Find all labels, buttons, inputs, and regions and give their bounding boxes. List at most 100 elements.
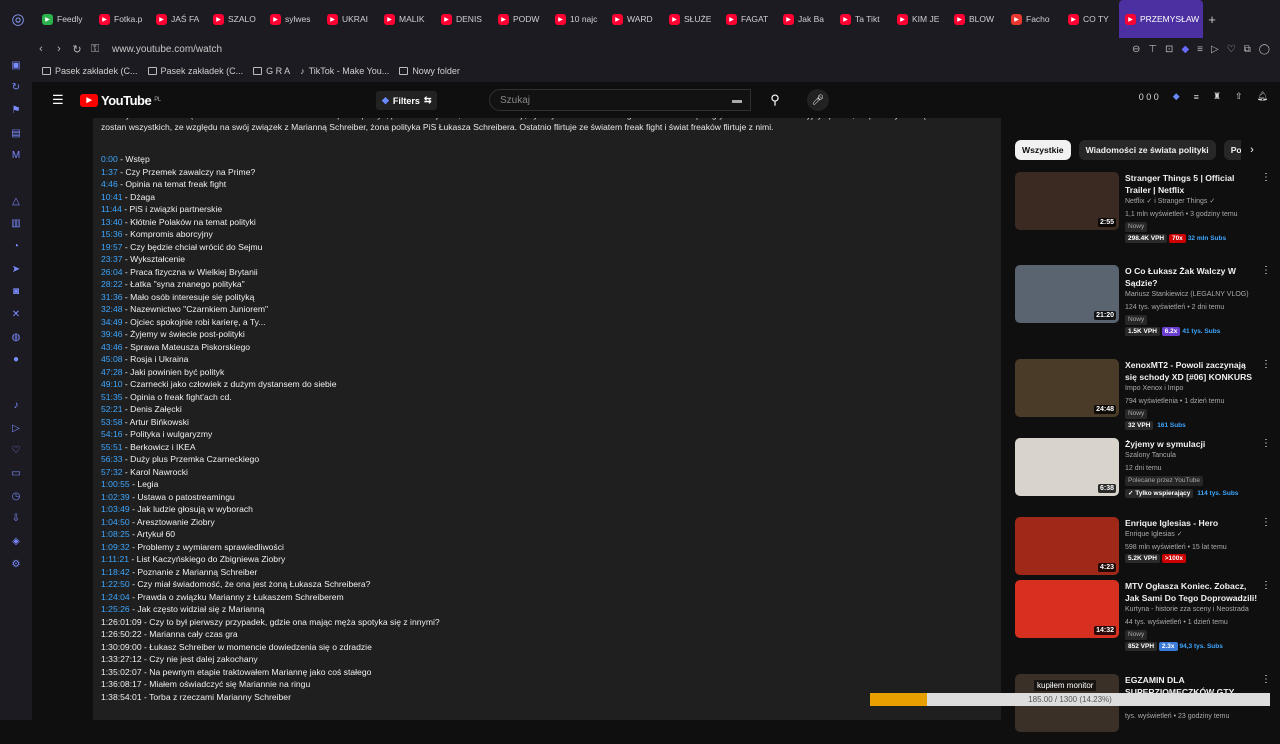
browser-tab[interactable]: ▶ 10 najc	[549, 0, 606, 38]
chapter-timestamp-link[interactable]: 45:08	[101, 354, 123, 364]
browser-tab[interactable]: ▶ Ta Tikt	[834, 0, 891, 38]
chapter-timestamp-link[interactable]: 56:33	[101, 454, 123, 464]
chapter-timestamp-link[interactable]: 1:38:54:01	[101, 692, 142, 702]
chapter-timestamp-link[interactable]: 1:09:32	[101, 542, 130, 552]
browser-tab[interactable]: ▶ Jak Ba	[777, 0, 834, 38]
bookmark-heart-icon[interactable]: ♡	[1227, 44, 1236, 55]
instagram-icon[interactable]: ◙	[9, 285, 23, 299]
related-video[interactable]: 14:32 MTV Ogłasza Koniec. Zobacz, Jak Sam…	[1015, 580, 1277, 651]
chapter-timestamp-link[interactable]: 1:18:42	[101, 567, 130, 577]
browser-tab[interactable]: ▶ SŁUŻE	[663, 0, 720, 38]
voice-search-button[interactable]: 🎤︎	[807, 89, 829, 111]
browser-tab[interactable]: ▶ WARD	[606, 0, 663, 38]
chapter-timestamp-link[interactable]: 47:28	[101, 367, 123, 377]
download-icon[interactable]: ⇩	[9, 512, 23, 526]
browser-tab[interactable]: ▶ sylwes	[264, 0, 321, 38]
menu-icon[interactable]: ☰	[52, 92, 64, 108]
video-thumbnail[interactable]: 21:20	[1015, 265, 1119, 323]
related-video[interactable]: 21:20 O Co Łukasz Żak Walczy W Sądzie? Mar…	[1015, 265, 1277, 336]
history-icon[interactable]: ↻	[9, 81, 23, 95]
bell-icon[interactable]: 🔔︎	[1257, 91, 1268, 102]
extension-icon[interactable]: ◆	[1173, 91, 1180, 102]
send-icon[interactable]: ▷	[9, 421, 23, 435]
more-options-icon[interactable]: ⋮	[1261, 517, 1271, 528]
chapter-timestamp-link[interactable]: 10:41	[101, 192, 123, 202]
back-icon[interactable]: ‹	[32, 43, 50, 55]
chapter-timestamp-link[interactable]: 1:35:02:07	[101, 667, 142, 677]
browser-tab[interactable]: ▶ JAŚ FA	[150, 0, 207, 38]
zoom-icon[interactable]: ⊖	[1132, 44, 1140, 55]
channel-name[interactable]: Netflix ✓ i Stranger Things ✓	[1125, 196, 1259, 209]
chapter-timestamp-link[interactable]: 52:21	[101, 404, 123, 414]
chapter-timestamp-link[interactable]: 31:36	[101, 292, 123, 302]
channel-name[interactable]: Kurtyna - historie zza sceny i Neostrada	[1125, 604, 1259, 617]
chapter-timestamp-link[interactable]: 32:48	[101, 304, 123, 314]
reload-icon[interactable]: ↻	[68, 43, 86, 56]
video-title[interactable]: MTV Ogłasza Koniec. Zobacz, Jak Sami Do …	[1125, 580, 1259, 604]
chapter-timestamp-link[interactable]: 1:30:09:00	[101, 642, 142, 652]
x-icon[interactable]: ✕	[9, 308, 23, 322]
video-thumbnail[interactable]: 4:23	[1015, 517, 1119, 575]
browser-tab[interactable]: ▶ Feedly	[36, 0, 93, 38]
chapter-timestamp-link[interactable]: 23:37	[101, 254, 123, 264]
bookmark-item[interactable]: Nowy folder	[399, 66, 460, 76]
browser-tab[interactable]: ▶ KIM JE	[891, 0, 948, 38]
app-icon[interactable]: ●	[9, 353, 23, 367]
chapter-timestamp-link[interactable]: 51:35	[101, 392, 123, 402]
browser-tab[interactable]: ▶ MALIK	[378, 0, 435, 38]
channel-name[interactable]: Enrique Iglesias ✓	[1125, 529, 1259, 542]
chapter-timestamp-link[interactable]: 1:33:27:12	[101, 654, 142, 664]
video-thumbnail[interactable]: 2:55	[1015, 172, 1119, 230]
video-title[interactable]: XenoxMT2 - Powoli zaczynają się schody X…	[1125, 359, 1259, 383]
browser-tab[interactable]: ▶ UKRAI	[321, 0, 378, 38]
chapter-timestamp-link[interactable]: 43:46	[101, 342, 123, 352]
bookmark-item[interactable]: Pasek zakładek (C...	[42, 66, 138, 76]
channel-name[interactable]: Mariusz Stankiewicz (LEGALNY VLOG)	[1125, 289, 1259, 302]
wallet-icon[interactable]: ▭	[9, 466, 23, 480]
video-thumbnail[interactable]: 14:32	[1015, 580, 1119, 638]
discord-icon[interactable]: ◍	[9, 330, 23, 344]
chapter-timestamp-link[interactable]: 1:37	[101, 167, 118, 177]
video-thumbnail[interactable]: 24:48	[1015, 359, 1119, 417]
keyboard-icon[interactable]: ▬	[732, 95, 742, 106]
bookmark-item[interactable]: ♪ TikTok - Make You...	[300, 66, 389, 76]
messenger-icon[interactable]: ▣	[9, 58, 23, 72]
youtube-logo[interactable]: ▶ YouTube PL	[80, 93, 161, 108]
clock-icon[interactable]: ◷	[9, 489, 23, 503]
chapter-timestamp-link[interactable]: 1:25:26	[101, 604, 130, 614]
upload-icon[interactable]: ⇧	[1235, 91, 1243, 102]
chapter-timestamp-link[interactable]: 26:04	[101, 267, 123, 277]
bookmark-item[interactable]: Pasek zakładek (C...	[147, 66, 243, 76]
chapter-timestamp-link[interactable]: 49:10	[101, 379, 123, 389]
mail-icon[interactable]: M	[9, 149, 23, 163]
trophy-icon[interactable]: ♜	[1213, 91, 1221, 102]
chapter-timestamp-link[interactable]: 1:24:04	[101, 592, 130, 602]
browser-tab[interactable]: ▶ DENIS	[435, 0, 492, 38]
twitch-icon[interactable]: ▥	[9, 217, 23, 231]
music-icon[interactable]: ♪	[9, 398, 23, 412]
playlist-icon[interactable]: ≡	[1197, 44, 1203, 55]
chapter-timestamp-link[interactable]: 57:32	[101, 467, 123, 477]
more-options-icon[interactable]: ⋮	[1261, 580, 1271, 591]
video-title[interactable]: O Co Łukasz Żak Walczy W Sądzie?	[1125, 265, 1259, 289]
search-button[interactable]: ⚲	[759, 89, 791, 111]
more-options-icon[interactable]: ⋮	[1261, 674, 1271, 685]
ai-icon[interactable]: △	[9, 194, 23, 208]
more-options-icon[interactable]: ⋮	[1261, 172, 1271, 183]
browser-tab[interactable]: ▶ FAGAT	[720, 0, 777, 38]
cube-icon[interactable]: ◈	[9, 534, 23, 548]
filter-chip[interactable]: Wiadomości ze świata polityki	[1078, 140, 1216, 160]
video-thumbnail[interactable]: 6:38	[1015, 438, 1119, 496]
chapter-timestamp-link[interactable]: 1:02:39	[101, 492, 130, 502]
related-video[interactable]: 6:38 Żyjemy w symulacji Szalony Tancula 12 …	[1015, 438, 1277, 508]
related-video[interactable]: 4:23 Enrique Iglesias - Hero Enrique Igles…	[1015, 517, 1277, 587]
chapter-timestamp-link[interactable]: 0:00	[101, 154, 118, 164]
messenger-chat-icon[interactable]: ◔	[9, 240, 23, 254]
chapter-timestamp-link[interactable]: 11:44	[101, 204, 122, 214]
list-icon[interactable]: ≡	[1194, 92, 1199, 102]
channel-name[interactable]: Impo Xenox i Impo	[1125, 383, 1259, 396]
browser-tab[interactable]: ▶ PRZEMYSŁAW	[1119, 0, 1203, 38]
more-options-icon[interactable]: ⋮	[1261, 265, 1271, 276]
browser-tab[interactable]: ▶ SZALO	[207, 0, 264, 38]
bookmark-item[interactable]: G R A	[253, 66, 290, 76]
